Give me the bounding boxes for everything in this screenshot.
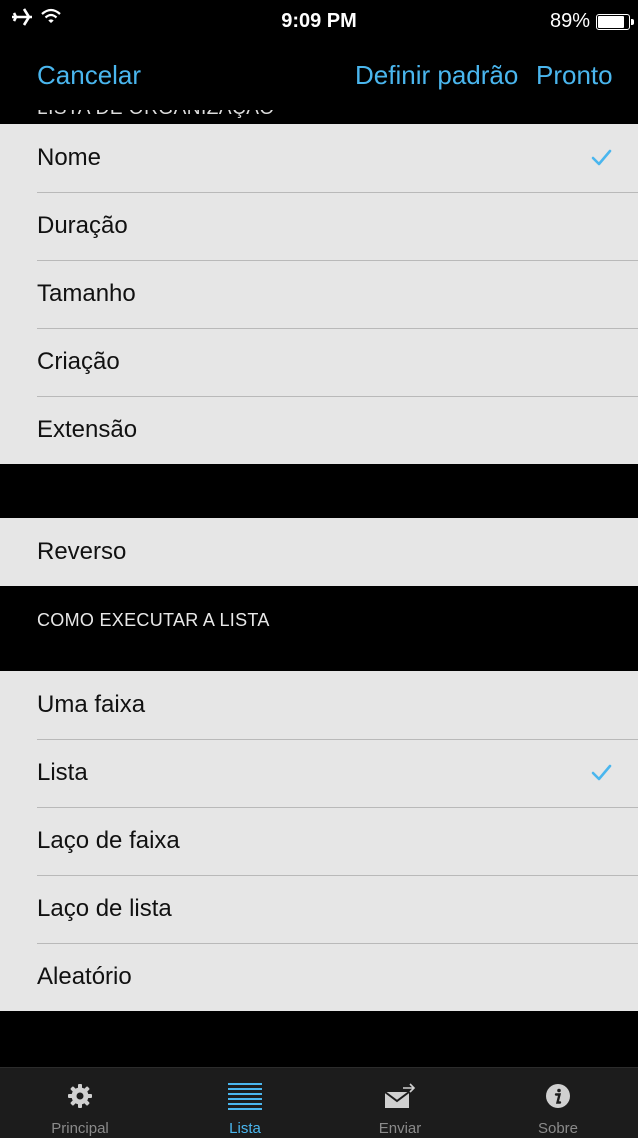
status-bar: 9:09 PM 89% bbox=[0, 0, 638, 40]
option-label: Criação bbox=[37, 348, 120, 375]
option-label: Nome bbox=[37, 144, 102, 171]
option-label: Laço de lista bbox=[37, 895, 172, 922]
tab-label: Enviar bbox=[378, 1120, 422, 1137]
done-button[interactable]: Pronto bbox=[536, 60, 613, 91]
option-label: Uma faixa bbox=[37, 691, 146, 718]
checkmark-icon bbox=[591, 764, 612, 781]
info-icon bbox=[546, 1084, 570, 1108]
battery-percent: 89% bbox=[549, 10, 590, 32]
play-option-loop-track[interactable]: Laço de faixa bbox=[0, 807, 638, 875]
tab-enviar[interactable]: Enviar bbox=[320, 1068, 480, 1138]
battery-nub bbox=[631, 18, 634, 25]
sort-option-name[interactable]: Nome bbox=[0, 124, 638, 192]
nav-bar: Cancelar Definir padrão Pronto bbox=[0, 40, 638, 110]
play-options-group: Uma faixa Lista Laço de faixa Laço de li… bbox=[0, 671, 638, 1011]
option-label: Extensão bbox=[37, 416, 138, 443]
reverse-toggle-row[interactable]: Reverso bbox=[0, 518, 638, 586]
status-time: 9:09 PM bbox=[281, 10, 357, 32]
sort-option-extension[interactable]: Extensão bbox=[0, 396, 638, 464]
play-option-single-track[interactable]: Uma faixa bbox=[0, 671, 638, 739]
checkmark-icon bbox=[591, 149, 612, 166]
tab-principal[interactable]: Principal bbox=[0, 1068, 160, 1138]
option-label: Laço de faixa bbox=[37, 827, 180, 854]
tab-label: Sobre bbox=[537, 1120, 579, 1137]
sort-option-created[interactable]: Criação bbox=[0, 328, 638, 396]
send-mail-icon bbox=[384, 1083, 416, 1108]
tab-lista[interactable]: Lista bbox=[165, 1068, 325, 1138]
cancel-button[interactable]: Cancelar bbox=[37, 60, 141, 91]
reverse-group: Reverso bbox=[0, 518, 638, 586]
tab-label: Lista bbox=[229, 1120, 261, 1137]
set-default-button[interactable]: Definir padrão bbox=[355, 60, 518, 91]
gear-icon bbox=[68, 1084, 92, 1108]
sort-option-duration[interactable]: Duração bbox=[0, 192, 638, 260]
reverse-label: Reverso bbox=[37, 538, 127, 565]
tab-sobre[interactable]: Sobre bbox=[478, 1068, 638, 1138]
play-option-shuffle[interactable]: Aleatório bbox=[0, 943, 638, 1011]
tab-label: Principal bbox=[51, 1120, 109, 1137]
battery-fill bbox=[598, 15, 624, 28]
status-right: 89% bbox=[549, 10, 634, 33]
battery-icon bbox=[596, 13, 634, 30]
play-section-header: COMO EXECUTAR A LISTA bbox=[37, 610, 270, 630]
sort-options-group: Nome Duração Tamanho Criação Extensão bbox=[0, 124, 638, 464]
list-icon bbox=[228, 1083, 262, 1110]
sort-option-size[interactable]: Tamanho bbox=[0, 260, 638, 328]
tab-bar: Principal Lista Enviar Sobre bbox=[0, 1067, 638, 1138]
play-option-loop-list[interactable]: Laço de lista bbox=[0, 875, 638, 943]
option-label: Duração bbox=[37, 212, 128, 239]
play-option-list[interactable]: Lista bbox=[0, 739, 638, 807]
option-label: Tamanho bbox=[37, 280, 136, 307]
option-label: Lista bbox=[37, 759, 88, 786]
option-label: Aleatório bbox=[37, 963, 132, 990]
